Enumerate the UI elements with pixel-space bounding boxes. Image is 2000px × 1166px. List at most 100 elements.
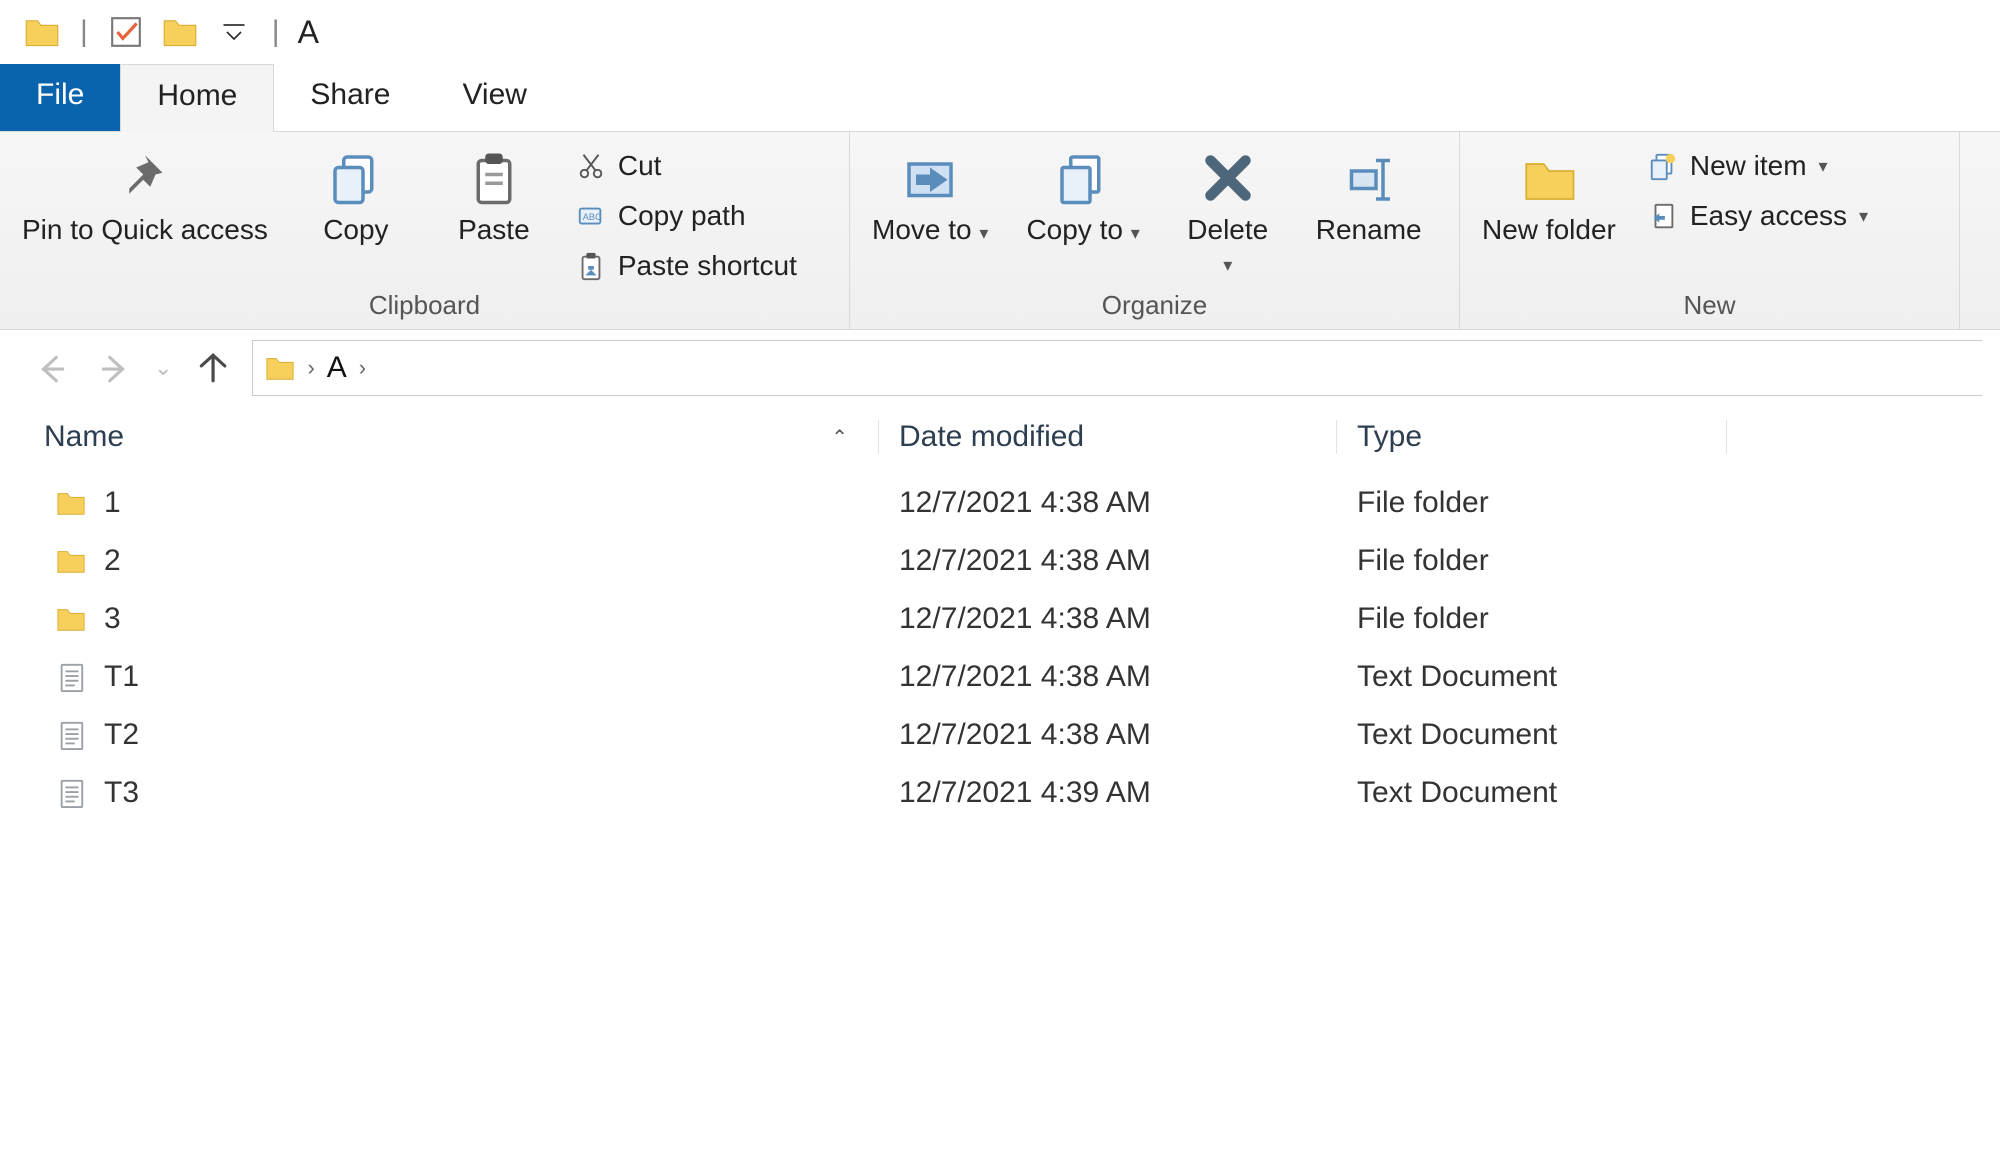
file-row[interactable]: 2 12/7/2021 4:38 AMFile folder xyxy=(0,532,2000,590)
dropdown-caret-icon: ▾ xyxy=(1819,156,1828,177)
rename-button[interactable]: Rename xyxy=(1306,144,1432,252)
copy-button[interactable]: Copy xyxy=(296,144,416,252)
tab-share[interactable]: Share xyxy=(274,64,426,131)
file-date: 12/7/2021 4:38 AM xyxy=(878,660,1336,694)
copy-path-button[interactable]: Copy path xyxy=(572,198,801,234)
file-name: T1 xyxy=(104,660,139,694)
properties-icon[interactable] xyxy=(106,12,146,52)
dropdown-caret-icon: ▾ xyxy=(1131,223,1140,243)
qat-dropdown-icon[interactable] xyxy=(214,12,254,52)
chevron-right-icon[interactable]: › xyxy=(359,355,366,381)
file-date: 12/7/2021 4:38 AM xyxy=(878,486,1336,520)
ribbon-group-new: New folder New item ▾ Easy access ▾ New xyxy=(1460,132,1960,329)
clipboard-group-label: Clipboard xyxy=(12,286,837,327)
folder-icon xyxy=(54,544,88,578)
window-title: A xyxy=(298,14,319,51)
paste-label: Paste xyxy=(458,214,530,246)
nav-bar: ⌄ › A › xyxy=(0,330,2000,406)
copy-to-label: Copy to xyxy=(1026,214,1123,245)
file-row[interactable]: 3 12/7/2021 4:38 AMFile folder xyxy=(0,590,2000,648)
tab-home[interactable]: Home xyxy=(120,64,274,132)
column-date-label: Date modified xyxy=(899,420,1084,453)
column-header-size[interactable] xyxy=(1726,420,2000,454)
folder-icon xyxy=(54,486,88,520)
back-button[interactable] xyxy=(30,346,74,390)
copy-to-button[interactable]: Copy to ▾ xyxy=(1016,144,1149,252)
separator: | xyxy=(76,15,92,49)
file-name: 3 xyxy=(104,602,121,636)
column-header-type[interactable]: Type xyxy=(1336,420,1726,454)
dropdown-caret-icon: ▾ xyxy=(1859,206,1868,227)
new-group-label: New xyxy=(1472,286,1947,327)
sort-ascending-icon: ⌃ xyxy=(831,425,878,450)
file-name: T2 xyxy=(104,718,139,752)
file-name: 2 xyxy=(104,544,121,578)
ribbon-tabs: File Home Share View xyxy=(0,64,2000,132)
app-folder-icon xyxy=(22,12,62,52)
file-type: File folder xyxy=(1336,602,1726,636)
file-date: 12/7/2021 4:38 AM xyxy=(878,602,1336,636)
file-date: 12/7/2021 4:38 AM xyxy=(878,718,1336,752)
file-row[interactable]: T1 12/7/2021 4:38 AMText Document xyxy=(0,648,2000,706)
column-name-label: Name xyxy=(44,420,124,454)
file-type: File folder xyxy=(1336,544,1726,578)
file-type: File folder xyxy=(1336,486,1726,520)
dropdown-caret-icon: ▾ xyxy=(1223,255,1232,275)
file-row[interactable]: 1 12/7/2021 4:38 AMFile folder xyxy=(0,474,2000,532)
move-to-label: Move to xyxy=(872,214,972,245)
column-header-date[interactable]: Date modified xyxy=(878,420,1336,454)
file-list: 112/7/2021 4:38 AMFile folder212/7/2021 … xyxy=(0,474,2000,822)
file-date: 12/7/2021 4:38 AM xyxy=(878,544,1336,578)
tab-file[interactable]: File xyxy=(0,64,120,131)
copy-label: Copy xyxy=(323,214,388,246)
file-date: 12/7/2021 4:39 AM xyxy=(878,776,1336,810)
file-row[interactable]: T3 12/7/2021 4:39 AMText Document xyxy=(0,764,2000,822)
text-document-icon xyxy=(54,660,88,694)
address-bar[interactable]: › A › xyxy=(252,340,1982,396)
delete-label: Delete xyxy=(1187,214,1268,245)
new-folder-button[interactable]: New folder xyxy=(1472,144,1626,252)
cut-button[interactable]: Cut xyxy=(572,148,801,184)
text-document-icon xyxy=(54,776,88,810)
column-header-name[interactable]: Name ⌃ xyxy=(0,420,878,454)
file-name: 1 xyxy=(104,486,121,520)
folder-icon xyxy=(265,353,295,383)
text-document-icon xyxy=(54,718,88,752)
tab-view[interactable]: View xyxy=(426,64,562,131)
file-type: Text Document xyxy=(1336,776,1726,810)
column-headers: Name ⌃ Date modified Type xyxy=(0,406,2000,474)
easy-access-label: Easy access xyxy=(1690,200,1847,232)
rename-label: Rename xyxy=(1316,214,1422,246)
forward-button[interactable] xyxy=(92,346,136,390)
title-bar: | | A xyxy=(0,0,2000,64)
paste-shortcut-label: Paste shortcut xyxy=(618,250,797,282)
file-type: Text Document xyxy=(1336,660,1726,694)
dropdown-caret-icon: ▾ xyxy=(979,223,988,243)
recent-locations-button[interactable]: ⌄ xyxy=(154,355,172,381)
chevron-right-icon[interactable]: › xyxy=(307,355,314,381)
file-type: Text Document xyxy=(1336,718,1726,752)
new-folder-label: New folder xyxy=(1482,214,1616,246)
new-item-label: New item xyxy=(1690,150,1807,182)
folder-icon xyxy=(54,602,88,636)
new-item-button[interactable]: New item ▾ xyxy=(1644,148,1872,184)
paste-shortcut-button[interactable]: Paste shortcut xyxy=(572,248,801,284)
delete-button[interactable]: Delete ▾ xyxy=(1168,144,1288,284)
cut-label: Cut xyxy=(618,150,662,182)
ribbon: Pin to Quick access Copy Paste Cut Copy … xyxy=(0,132,2000,330)
copy-path-label: Copy path xyxy=(618,200,746,232)
organize-group-label: Organize xyxy=(862,286,1447,327)
paste-button[interactable]: Paste xyxy=(434,144,554,252)
easy-access-button[interactable]: Easy access ▾ xyxy=(1644,198,1872,234)
context-folder-icon xyxy=(160,12,200,52)
pin-to-quick-access-button[interactable]: Pin to Quick access xyxy=(12,144,278,252)
ribbon-group-organize: Move to ▾ Copy to ▾ Delete ▾ Rename Organ… xyxy=(850,132,1460,329)
separator: | xyxy=(268,15,284,49)
breadcrumb-folder[interactable]: A xyxy=(327,351,347,385)
file-name: T3 xyxy=(104,776,139,810)
ribbon-group-clipboard: Pin to Quick access Copy Paste Cut Copy … xyxy=(0,132,850,329)
move-to-button[interactable]: Move to ▾ xyxy=(862,144,998,252)
column-type-label: Type xyxy=(1357,420,1422,453)
file-row[interactable]: T2 12/7/2021 4:38 AMText Document xyxy=(0,706,2000,764)
up-button[interactable] xyxy=(190,346,234,390)
